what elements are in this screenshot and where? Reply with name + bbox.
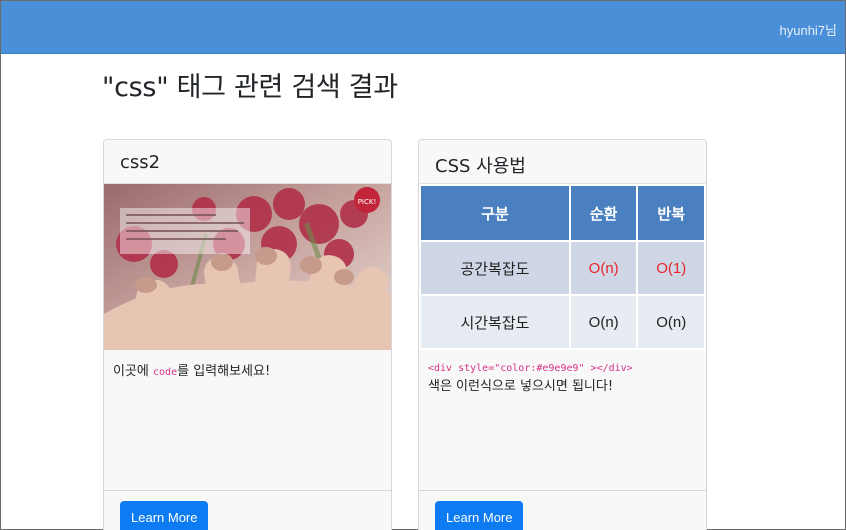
card-text: 이곳에 bbox=[113, 364, 154, 379]
learn-more-button[interactable]: Learn More bbox=[435, 501, 524, 530]
post-card: CSS 사용법 구분 순환 반복 공간복잡도 O(n) O(1) 시간복잡도 O… bbox=[418, 139, 707, 530]
table-header: 반복 bbox=[636, 184, 706, 242]
page-title: "css" 태그 관련 검색 결과 bbox=[102, 72, 398, 103]
table-header: 구분 bbox=[419, 184, 571, 242]
table-cell: 공간복잡도 bbox=[419, 240, 571, 296]
card-footer: Learn More bbox=[104, 491, 391, 530]
card-text: 색은 이런식으로 넣으시면 됩니다! bbox=[428, 379, 614, 394]
user-menu[interactable]: hyunhi7님 bbox=[780, 20, 838, 39]
code-snippet: <div style="color:#e9e9e9" ></div> bbox=[428, 363, 633, 374]
table-cell: O(n) bbox=[636, 294, 706, 350]
table-cell: O(n) bbox=[568, 294, 639, 350]
card-text: 를 입력해보세요! bbox=[177, 364, 271, 379]
table-cell: 시간복잡도 bbox=[419, 294, 571, 350]
complexity-table: 구분 순환 반복 공간복잡도 O(n) O(1) 시간복잡도 O(n) O(n) bbox=[419, 184, 706, 350]
table-cell: O(n) bbox=[568, 240, 639, 296]
card-image[interactable]: PICK! bbox=[104, 184, 391, 350]
top-navbar: hyunhi7님 bbox=[1, 1, 845, 54]
post-card: css2 PICK! 이곳에 code를 입력해보세요! Learn More bbox=[103, 139, 392, 530]
card-body: <div style="color:#e9e9e9" ></div> 색은 이런… bbox=[419, 350, 706, 491]
table-header: 순환 bbox=[568, 184, 639, 242]
nail-photo: PICK! bbox=[104, 184, 391, 350]
card-title[interactable]: CSS 사용법 bbox=[419, 140, 706, 184]
card-footer: Learn More bbox=[419, 491, 706, 530]
table-cell: O(1) bbox=[636, 240, 706, 296]
image-badge: PICK! bbox=[358, 198, 377, 206]
table-row: 공간복잡도 O(n) O(1) bbox=[419, 240, 706, 296]
card-title[interactable]: css2 bbox=[104, 140, 391, 184]
learn-more-button[interactable]: Learn More bbox=[120, 501, 209, 530]
card-body: 이곳에 code를 입력해보세요! bbox=[104, 350, 391, 491]
card-table-image[interactable]: 구분 순환 반복 공간복잡도 O(n) O(1) 시간복잡도 O(n) O(n) bbox=[419, 184, 706, 350]
code-snippet: code bbox=[153, 367, 178, 378]
table-row: 시간복잡도 O(n) O(n) bbox=[419, 294, 706, 350]
